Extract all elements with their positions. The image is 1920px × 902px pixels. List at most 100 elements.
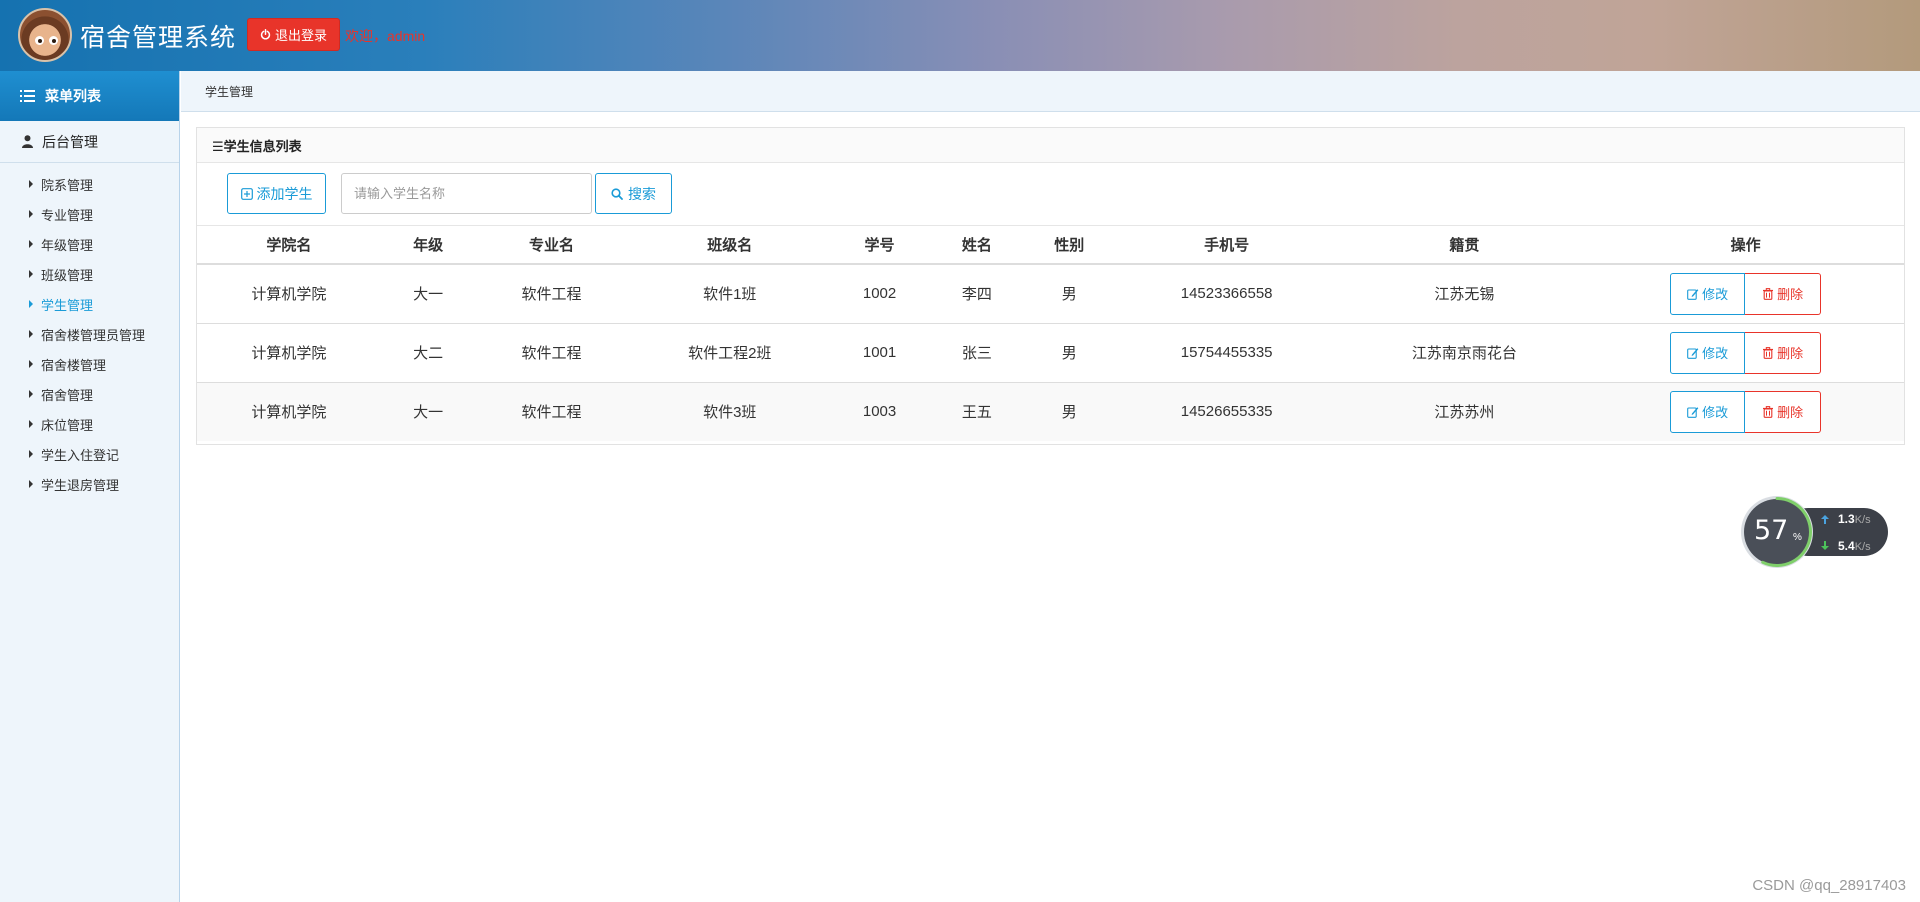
avatar (18, 8, 72, 62)
logout-label: 退出登录 (274, 28, 327, 43)
edit-button[interactable]: 修改 (1670, 390, 1746, 433)
action-cell: 修改 删除 (1587, 322, 1904, 382)
caret-right-icon (29, 420, 33, 428)
table-cell: 15754455335 (1111, 322, 1342, 382)
delete-button[interactable]: 删除 (1745, 272, 1822, 315)
column-header: 籍贯 (1341, 226, 1588, 265)
sidebar-item-label: 宿舍管理 (41, 387, 94, 403)
app-title: 宿舍管理系统 (80, 23, 237, 52)
table-cell: 软件工程 (475, 381, 628, 441)
student-table: 学院名 年级 专业名 班级名 学号 姓名 性别 手机号 籍贯 操作 计算机学院 大一 软件工程 软件1班… (197, 226, 1904, 441)
search-label: 搜索 (628, 185, 656, 202)
table-cell: 张三 (927, 322, 1027, 382)
table-row: 计算机学院 大一 软件工程 软件3班 1003 王五男 14526655335 江苏苏州 修改 删… (197, 381, 1904, 441)
upload-rate: 1.3K/s (1838, 512, 1871, 526)
caret-right-icon (29, 390, 33, 398)
caret-right-icon (29, 360, 33, 368)
watermark: CSDN @qq_28917403 (1752, 877, 1906, 894)
edit-button[interactable]: 修改 (1670, 272, 1746, 315)
edit-icon (1687, 407, 1699, 418)
menu-title: 菜单列表 (45, 88, 101, 104)
column-header: 性别 (1026, 226, 1112, 265)
sidebar-item[interactable]: 学生退房管理 (0, 469, 179, 499)
sidebar-item[interactable]: 专业管理 (0, 199, 179, 229)
table-cell: 软件3班 (627, 381, 833, 441)
delete-label: 删除 (1777, 287, 1804, 303)
caret-right-icon (29, 240, 33, 248)
add-student-label: 添加学生 (256, 185, 313, 202)
group-backend[interactable]: 后台管理 (0, 121, 179, 163)
top-header: 宿舍管理系统 退出登录 欢迎，admin (0, 0, 1920, 71)
edit-button[interactable]: 修改 (1670, 331, 1746, 374)
sidebar-item[interactable]: 宿舍楼管理 (0, 349, 179, 379)
action-group: 修改 删除 (1670, 331, 1822, 374)
caret-right-icon (29, 180, 33, 188)
table-cell: 大一 (380, 263, 476, 323)
sidebar-item[interactable]: 宿舍楼管理员管理 (0, 319, 179, 349)
sidebar-item[interactable]: 学生入住登记 (0, 439, 179, 469)
table-cell: 1001 (832, 322, 927, 382)
table-cell: 软件1班 (627, 263, 833, 323)
logout-button[interactable]: 退出登录 (247, 18, 340, 51)
delete-button[interactable]: 删除 (1745, 390, 1822, 433)
table-cell: 江苏南京雨花台 (1341, 322, 1588, 382)
table-cell: 男 (1026, 322, 1112, 382)
trash-icon (1763, 346, 1774, 359)
table-row: 计算机学院 大二 软件工程 软件工程2班 1001 张三男 15754455335 江苏南京雨… (197, 322, 1904, 382)
column-header: 专业名 (475, 226, 628, 265)
column-header: 学院名 (197, 226, 381, 265)
table-cell: 大一 (380, 381, 476, 441)
action-cell: 修改 删除 (1587, 263, 1904, 323)
sidebar-item-label: 床位管理 (41, 417, 94, 433)
table-cell: 14523366558 (1111, 263, 1342, 323)
sidebar-item[interactable]: 学生管理 (0, 289, 179, 319)
toolbar: 添加学生 搜索 (197, 163, 1904, 226)
network-speed-widget[interactable]: 1.3K/s 5.4K/s 57 % (1740, 495, 1890, 569)
add-student-button[interactable]: 添加学生 (227, 173, 326, 214)
edit-icon (1687, 347, 1699, 359)
search-input[interactable] (341, 173, 592, 214)
table-cell: 1003 (832, 381, 927, 441)
table-cell: 江苏无锡 (1341, 263, 1588, 323)
download-arrow-icon (1821, 541, 1829, 550)
sidebar: 菜单列表 后台管理 院系管理 专业管理年级管理班级管理学生管理宿舍楼管理员管理 宿舍… (0, 71, 180, 902)
sidebar-item-label: 宿舍楼管理 (41, 357, 107, 373)
search-button[interactable]: 搜索 (595, 173, 672, 214)
table-cell: 软件工程 (475, 322, 628, 382)
table-cell: 大二 (380, 322, 476, 382)
sidebar-item[interactable]: 宿舍管理 (0, 379, 179, 409)
panel-heading: ☰学生信息列表 (197, 128, 1904, 163)
table-cell: 王五 (927, 381, 1027, 441)
panel-title: ☰学生信息列表 (212, 138, 302, 154)
sidebar-item[interactable]: 班级管理 (0, 259, 179, 289)
sidebar-item[interactable]: 年级管理 (0, 229, 179, 259)
sidebar-item-label: 学生入住登记 (41, 447, 120, 463)
sidebar-item[interactable]: 床位管理 (0, 409, 179, 439)
table-cell: 男 (1026, 381, 1112, 441)
table-row: 计算机学院 大一 软件工程 软件1班 1002 李四男 14523366558 江苏无锡 修改 删… (197, 263, 1904, 323)
sidebar-item[interactable]: 院系管理 (0, 169, 179, 199)
breadcrumb: 学生管理 (181, 71, 1920, 112)
table-cell: 李四 (927, 263, 1027, 323)
delete-label: 删除 (1777, 346, 1804, 361)
edit-label: 修改 (1702, 287, 1729, 303)
trash-icon (1763, 405, 1774, 418)
edit-label: 修改 (1702, 405, 1729, 421)
group-title-label: 后台管理 (42, 133, 98, 150)
table-cell: 1002 (832, 263, 927, 323)
sidebar-item-label: 宿舍楼管理员管理 (41, 327, 146, 343)
column-header: 操作 (1587, 226, 1904, 265)
column-header: 手机号 (1111, 226, 1342, 265)
student-panel: ☰学生信息列表 添加学生 搜索 学院名年级专业名班级名学号姓名性别手机号 (196, 127, 1905, 445)
sidebar-item-label: 学生退房管理 (41, 477, 120, 493)
upload-arrow-icon (1821, 515, 1829, 524)
table-cell: 计算机学院 (197, 381, 381, 441)
caret-right-icon (29, 330, 33, 338)
delete-button[interactable]: 删除 (1745, 331, 1822, 374)
usage-percent: 57 (1754, 515, 1789, 546)
column-header: 姓名 (927, 226, 1027, 265)
sidebar-item-label: 年级管理 (41, 237, 94, 253)
table-body: 计算机学院 大一 软件工程 软件1班 1002 李四男 14523366558 江苏无锡 修改删… (197, 263, 1904, 441)
action-group: 修改 删除 (1670, 272, 1822, 315)
sidebar-item-label: 班级管理 (41, 267, 94, 283)
